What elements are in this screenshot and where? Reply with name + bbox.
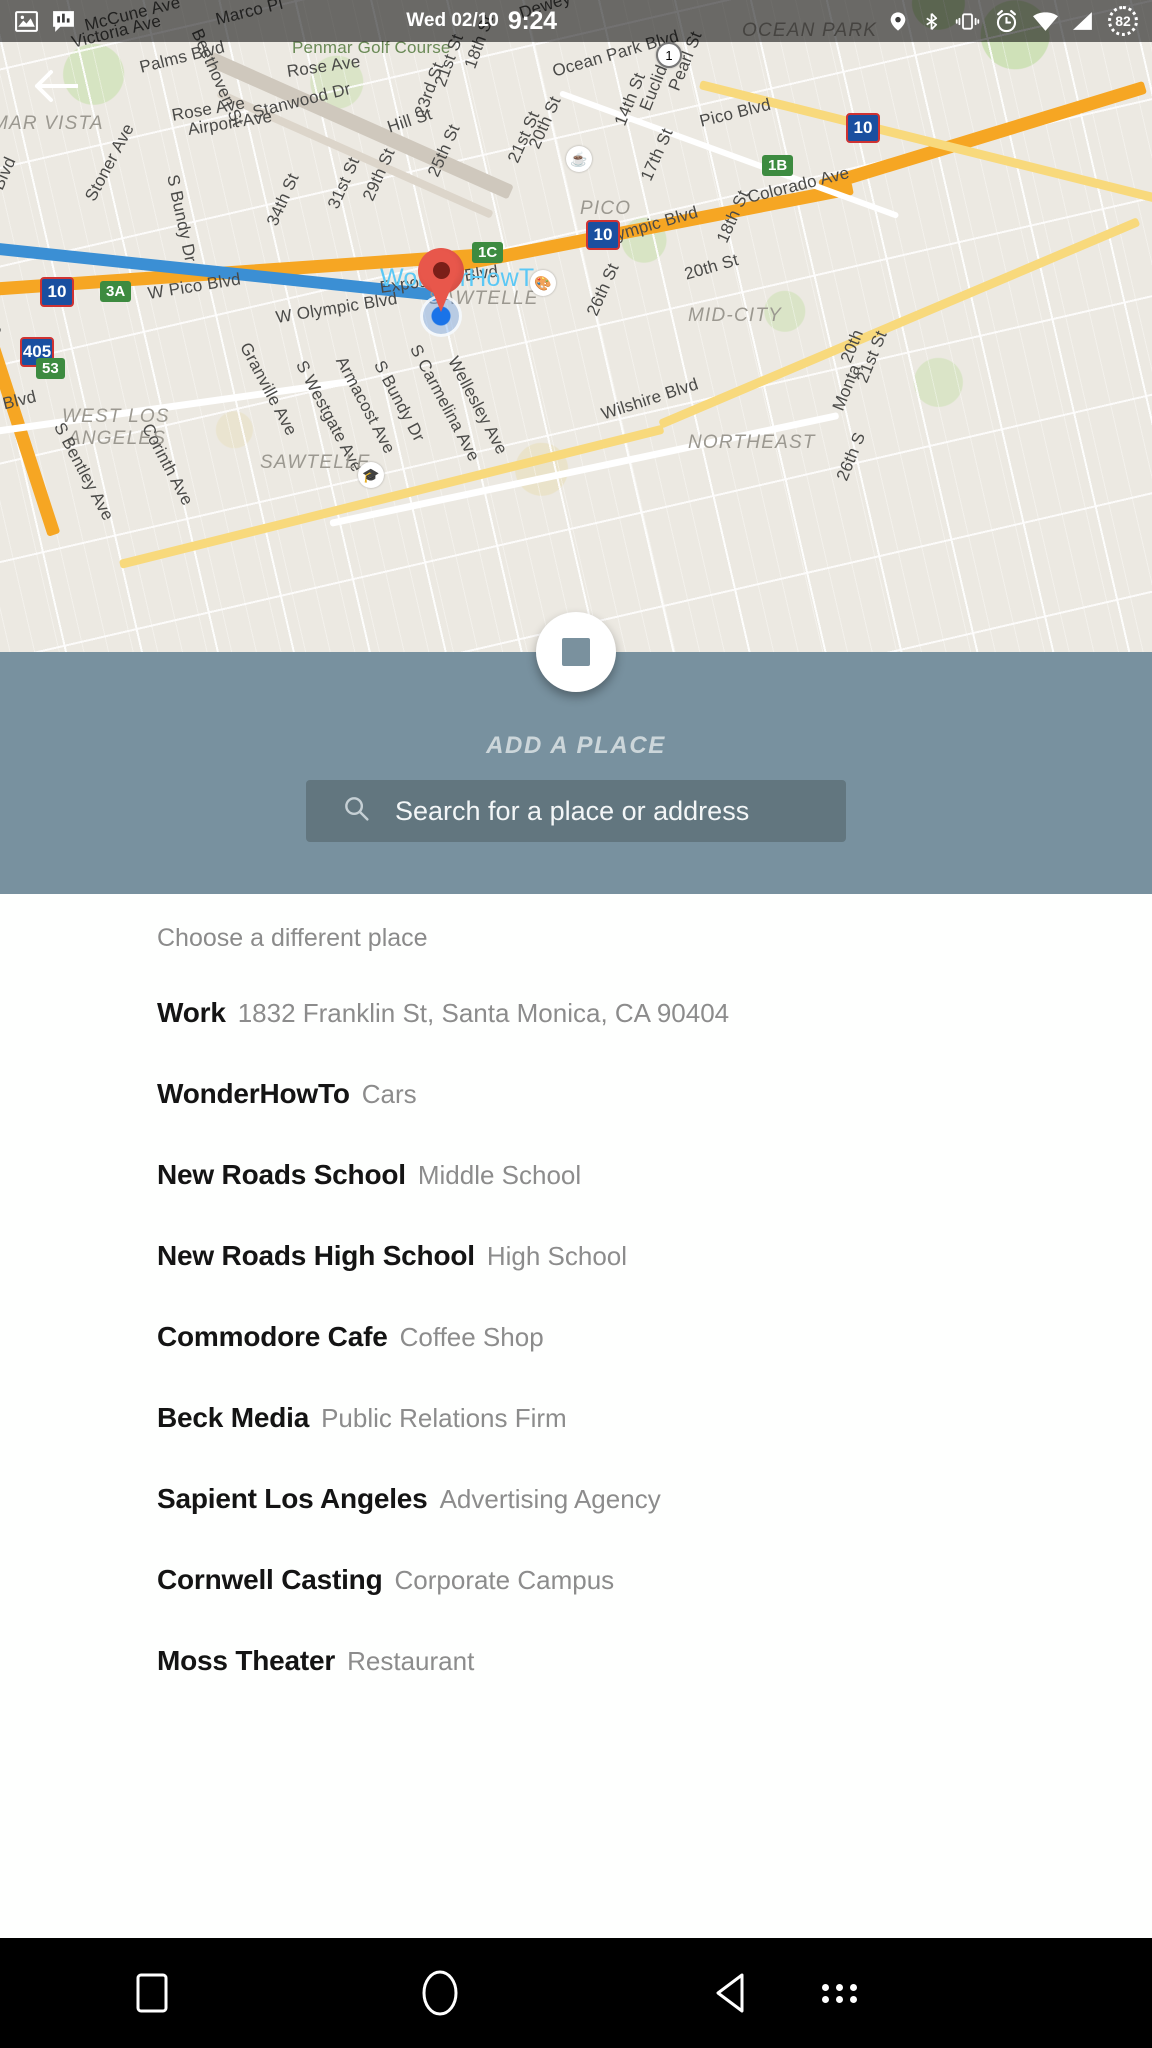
status-bar-clock: Wed 02/10 9:24 — [76, 7, 887, 36]
dot — [821, 1983, 829, 1991]
list-item[interactable]: Cornwell Casting Corporate Campus — [157, 1564, 614, 1596]
map-label-area: PICO — [580, 198, 632, 219]
stop-square-icon[interactable] — [536, 612, 616, 692]
list-item[interactable]: New Roads High School High School — [157, 1240, 627, 1272]
place-category: Coffee Shop — [399, 1322, 544, 1352]
add-a-place-panel: ADD A PLACE Search for a place or addres… — [0, 612, 1152, 894]
place-name: Commodore Cafe — [157, 1321, 388, 1352]
place-category: Cars — [361, 1079, 417, 1109]
place-name: Cornwell Casting — [157, 1564, 383, 1595]
place-list[interactable]: Choose a different place Work 1832 Frank… — [0, 894, 1152, 1938]
pin-tail — [427, 278, 455, 312]
recents-square-icon[interactable] — [107, 1938, 197, 2048]
back-arrow-icon[interactable] — [28, 58, 84, 114]
place-category: High School — [486, 1241, 628, 1271]
status-bar-right: 82 — [887, 6, 1138, 36]
map-label-area: NORTHEAST — [688, 432, 816, 453]
map-exit-1: 1 — [656, 42, 682, 68]
place-category: 1832 Franklin St, Santa Monica, CA 90404 — [237, 998, 730, 1028]
bluetooth-icon — [922, 9, 941, 34]
status-bar: Wed 02/10 9:24 82 — [0, 0, 1152, 42]
place-name: New Roads High School — [157, 1240, 475, 1271]
list-item[interactable]: Beck Media Public Relations Firm — [157, 1402, 567, 1434]
place-category: Advertising Agency — [439, 1484, 661, 1514]
place-name: Moss Theater — [157, 1645, 336, 1676]
map-poi-icon[interactable]: 🎨 — [530, 270, 556, 296]
place-name: Work — [157, 997, 226, 1028]
wifi-icon — [1032, 9, 1059, 34]
search-input[interactable]: Search for a place or address — [306, 780, 846, 842]
place-category: Middle School — [417, 1160, 582, 1190]
stop-square-glyph — [562, 638, 590, 666]
list-item[interactable]: Work 1832 Franklin St, Santa Monica, CA … — [157, 997, 729, 1029]
vibrate-icon — [954, 9, 981, 34]
map-poi-icon[interactable]: 🎓 — [358, 462, 384, 488]
map-poi-icon[interactable]: ☕ — [566, 146, 592, 172]
map-exit-1c: 1C — [472, 242, 504, 263]
map-exit-1b: 1B — [762, 155, 794, 176]
location-icon — [887, 9, 909, 34]
dot — [821, 1995, 829, 2003]
place-name: WonderHowTo — [157, 1078, 350, 1109]
list-item[interactable]: Sapient Los Angeles Advertising Agency — [157, 1483, 661, 1515]
map-label-area: MAR VISTA — [0, 113, 104, 134]
dot — [835, 1983, 843, 1991]
list-item[interactable]: WonderHowTo Cars — [157, 1078, 417, 1110]
add-a-place-title: ADD A PLACE — [486, 732, 666, 759]
map-label-area: MID-CITY — [688, 305, 783, 326]
map-shield-i10-mid: 10 — [586, 220, 620, 250]
android-navigation-bar — [0, 1938, 1152, 2048]
map-shield-i10-west: 10 — [40, 277, 74, 307]
battery-icon: 82 — [1108, 6, 1138, 36]
map-shield-i10-east: 10 — [846, 113, 880, 143]
list-item[interactable]: New Roads School Middle School — [157, 1159, 581, 1191]
map-place-pin[interactable] — [418, 248, 464, 312]
battery-level: 82 — [1115, 13, 1131, 29]
map-view[interactable]: McCune Ave Victoria Ave Marco Pl Beethov… — [0, 0, 1152, 652]
place-category: Corporate Campus — [394, 1565, 615, 1595]
more-dots-icon[interactable] — [795, 1938, 885, 2048]
place-name: Beck Media — [157, 1402, 310, 1433]
status-bar-date: Wed 02/10 — [406, 10, 499, 31]
place-name: New Roads School — [157, 1159, 406, 1190]
back-triangle-icon[interactable] — [685, 1938, 775, 2048]
search-icon — [342, 794, 371, 828]
image-icon — [14, 9, 39, 34]
signal-icon — [1072, 9, 1095, 34]
list-item[interactable]: Moss Theater Restaurant — [157, 1645, 474, 1677]
dot — [849, 1983, 857, 1991]
map-exit-53: 53 — [36, 358, 65, 379]
alarm-icon — [994, 9, 1019, 34]
list-item[interactable]: Commodore Cafe Coffee Shop — [157, 1321, 544, 1353]
place-category: Public Relations Firm — [321, 1403, 567, 1433]
dot — [849, 1995, 857, 2003]
phone-screen: McCune Ave Victoria Ave Marco Pl Beethov… — [0, 0, 1152, 2048]
opinion-rewards-icon — [51, 9, 76, 34]
place-category: Restaurant — [347, 1646, 475, 1676]
status-bar-time: 9:24 — [507, 6, 557, 35]
list-header-label: Choose a different place — [157, 924, 428, 952]
map-exit-3a: 3A — [100, 281, 132, 302]
pin-center-dot — [433, 262, 450, 279]
home-circle-icon[interactable] — [395, 1938, 485, 2048]
map-label-area: SAWTELLE — [260, 452, 371, 473]
dot — [835, 1995, 843, 2003]
search-placeholder-text: Search for a place or address — [395, 795, 750, 826]
more-dots-grid — [821, 1983, 859, 2003]
status-bar-left — [14, 9, 76, 34]
place-name: Sapient Los Angeles — [157, 1483, 428, 1514]
